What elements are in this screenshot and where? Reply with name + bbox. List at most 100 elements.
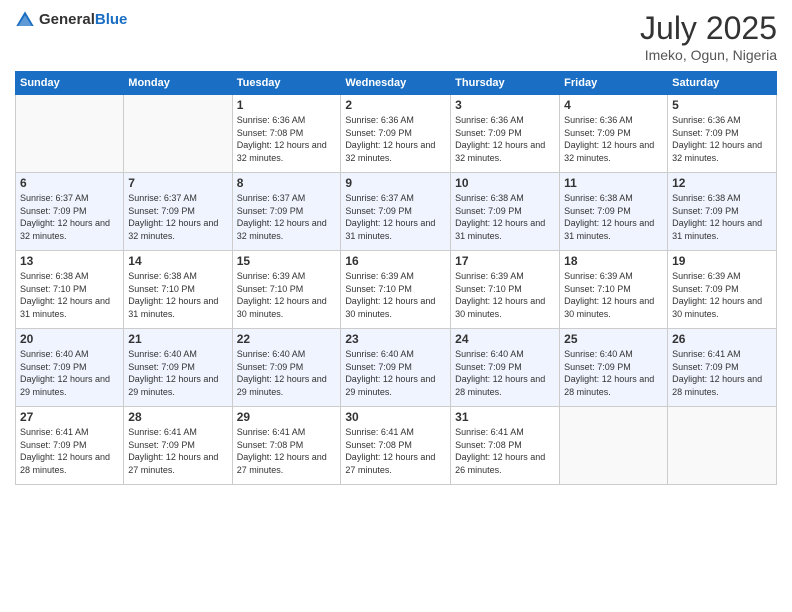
- calendar-cell: 25Sunrise: 6:40 AMSunset: 7:09 PMDayligh…: [560, 329, 668, 407]
- day-info: Sunrise: 6:41 AMSunset: 7:08 PMDaylight:…: [237, 426, 337, 476]
- title-block: July 2025 Imeko, Ogun, Nigeria: [640, 10, 777, 63]
- calendar-cell: 15 Sunrise: 6:39 AMSunset: 7:10 PMDayligh…: [232, 251, 341, 329]
- week-row-2: 6 Sunrise: 6:37 AMSunset: 7:09 PMDaylight…: [16, 173, 777, 251]
- day-number: 16: [345, 254, 446, 268]
- day-number: 23: [345, 332, 446, 346]
- day-number: 25: [564, 332, 663, 346]
- day-info: Sunrise: 6:37 AMSunset: 7:09 PMDaylight:…: [345, 192, 446, 242]
- day-number: 9: [345, 176, 446, 190]
- header-saturday: Saturday: [668, 72, 777, 95]
- calendar-cell: 7 Sunrise: 6:37 AMSunset: 7:09 PMDaylight…: [124, 173, 232, 251]
- day-info: Sunrise: 6:36 AMSunset: 7:08 PMDaylight:…: [237, 114, 337, 164]
- page: GeneralBlue July 2025 Imeko, Ogun, Niger…: [0, 0, 792, 612]
- calendar-cell: 5 Sunrise: 6:36 AMSunset: 7:09 PMDaylight…: [668, 95, 777, 173]
- day-number: 28: [128, 410, 227, 424]
- header-sunday: Sunday: [16, 72, 124, 95]
- calendar-cell: [124, 95, 232, 173]
- header-tuesday: Tuesday: [232, 72, 341, 95]
- day-number: 29: [237, 410, 337, 424]
- logo-blue: Blue: [95, 11, 128, 28]
- calendar-cell: [16, 95, 124, 173]
- day-info: Sunrise: 6:37 AMSunset: 7:09 PMDaylight:…: [128, 192, 227, 242]
- calendar-cell: 28 Sunrise: 6:41 AMSunset: 7:09 PMDayligh…: [124, 407, 232, 485]
- day-number: 14: [128, 254, 227, 268]
- day-info: Sunrise: 6:38 AMSunset: 7:09 PMDaylight:…: [455, 192, 555, 242]
- day-info: Sunrise: 6:41 AMSunset: 7:08 PMDaylight:…: [345, 426, 446, 476]
- day-number: 30: [345, 410, 446, 424]
- calendar: Sunday Monday Tuesday Wednesday Thursday…: [15, 71, 777, 485]
- calendar-cell: 24 Sunrise: 6:40 AMSunset: 7:09 PMDayligh…: [451, 329, 560, 407]
- day-info: Sunrise: 6:36 AMSunset: 7:09 PMDaylight:…: [455, 114, 555, 164]
- header-friday: Friday: [560, 72, 668, 95]
- calendar-cell: 3 Sunrise: 6:36 AMSunset: 7:09 PMDaylight…: [451, 95, 560, 173]
- day-number: 6: [20, 176, 119, 190]
- calendar-cell: 20 Sunrise: 6:40 AMSunset: 7:09 PMDayligh…: [16, 329, 124, 407]
- header-monday: Monday: [124, 72, 232, 95]
- calendar-cell: 21 Sunrise: 6:40 AMSunset: 7:09 PMDayligh…: [124, 329, 232, 407]
- calendar-cell: 8 Sunrise: 6:37 AMSunset: 7:09 PMDaylight…: [232, 173, 341, 251]
- day-number: 24: [455, 332, 555, 346]
- calendar-cell: [668, 407, 777, 485]
- day-number: 21: [128, 332, 227, 346]
- calendar-cell: 2 Sunrise: 6:36 AMSunset: 7:09 PMDaylight…: [341, 95, 451, 173]
- day-number: 11: [564, 176, 663, 190]
- day-number: 2: [345, 98, 446, 112]
- calendar-cell: 27Sunrise: 6:41 AMSunset: 7:09 PMDayligh…: [16, 407, 124, 485]
- calendar-cell: 13Sunrise: 6:38 AMSunset: 7:10 PMDayligh…: [16, 251, 124, 329]
- day-info: Sunrise: 6:39 AMSunset: 7:10 PMDaylight:…: [564, 270, 663, 320]
- calendar-cell: 14 Sunrise: 6:38 AMSunset: 7:10 PMDayligh…: [124, 251, 232, 329]
- day-info: Sunrise: 6:41 AMSunset: 7:09 PMDaylight:…: [20, 426, 119, 476]
- calendar-cell: 18Sunrise: 6:39 AMSunset: 7:10 PMDayligh…: [560, 251, 668, 329]
- day-number: 7: [128, 176, 227, 190]
- day-info: Sunrise: 6:38 AMSunset: 7:09 PMDaylight:…: [672, 192, 772, 242]
- day-number: 20: [20, 332, 119, 346]
- day-number: 26: [672, 332, 772, 346]
- day-number: 8: [237, 176, 337, 190]
- calendar-cell: 19Sunrise: 6:39 AMSunset: 7:09 PMDayligh…: [668, 251, 777, 329]
- day-number: 3: [455, 98, 555, 112]
- day-number: 15: [237, 254, 337, 268]
- day-info: Sunrise: 6:40 AMSunset: 7:09 PMDaylight:…: [20, 348, 119, 398]
- calendar-cell: 1Sunrise: 6:36 AMSunset: 7:08 PMDaylight…: [232, 95, 341, 173]
- week-row-5: 27Sunrise: 6:41 AMSunset: 7:09 PMDayligh…: [16, 407, 777, 485]
- calendar-cell: 31Sunrise: 6:41 AMSunset: 7:08 PMDayligh…: [451, 407, 560, 485]
- logo-icon: [15, 10, 35, 30]
- day-number: 12: [672, 176, 772, 190]
- day-info: Sunrise: 6:38 AMSunset: 7:10 PMDaylight:…: [128, 270, 227, 320]
- day-info: Sunrise: 6:36 AMSunset: 7:09 PMDaylight:…: [564, 114, 663, 164]
- calendar-cell: 11 Sunrise: 6:38 AMSunset: 7:09 PMDayligh…: [560, 173, 668, 251]
- day-info: Sunrise: 6:37 AMSunset: 7:09 PMDaylight:…: [20, 192, 119, 242]
- weekday-header-row: Sunday Monday Tuesday Wednesday Thursday…: [16, 72, 777, 95]
- day-info: Sunrise: 6:39 AMSunset: 7:10 PMDaylight:…: [345, 270, 446, 320]
- day-number: 31: [455, 410, 555, 424]
- location: Imeko, Ogun, Nigeria: [640, 47, 777, 63]
- month-year: July 2025: [640, 10, 777, 47]
- calendar-cell: 9 Sunrise: 6:37 AMSunset: 7:09 PMDaylight…: [341, 173, 451, 251]
- calendar-cell: 22Sunrise: 6:40 AMSunset: 7:09 PMDayligh…: [232, 329, 341, 407]
- week-row-4: 20 Sunrise: 6:40 AMSunset: 7:09 PMDayligh…: [16, 329, 777, 407]
- day-info: Sunrise: 6:36 AMSunset: 7:09 PMDaylight:…: [672, 114, 772, 164]
- day-info: Sunrise: 6:39 AMSunset: 7:10 PMDaylight:…: [237, 270, 337, 320]
- day-number: 17: [455, 254, 555, 268]
- day-info: Sunrise: 6:40 AMSunset: 7:09 PMDaylight:…: [345, 348, 446, 398]
- day-info: Sunrise: 6:36 AMSunset: 7:09 PMDaylight:…: [345, 114, 446, 164]
- day-info: Sunrise: 6:39 AMSunset: 7:10 PMDaylight:…: [455, 270, 555, 320]
- day-number: 22: [237, 332, 337, 346]
- calendar-cell: 29 Sunrise: 6:41 AMSunset: 7:08 PMDayligh…: [232, 407, 341, 485]
- day-number: 19: [672, 254, 772, 268]
- calendar-cell: 30 Sunrise: 6:41 AMSunset: 7:08 PMDayligh…: [341, 407, 451, 485]
- calendar-cell: 10 Sunrise: 6:38 AMSunset: 7:09 PMDayligh…: [451, 173, 560, 251]
- day-info: Sunrise: 6:41 AMSunset: 7:09 PMDaylight:…: [128, 426, 227, 476]
- header: GeneralBlue July 2025 Imeko, Ogun, Niger…: [15, 10, 777, 63]
- week-row-1: 1Sunrise: 6:36 AMSunset: 7:08 PMDaylight…: [16, 95, 777, 173]
- header-thursday: Thursday: [451, 72, 560, 95]
- day-number: 10: [455, 176, 555, 190]
- logo-general: General: [39, 11, 95, 28]
- day-info: Sunrise: 6:40 AMSunset: 7:09 PMDaylight:…: [455, 348, 555, 398]
- day-number: 5: [672, 98, 772, 112]
- logo-text: GeneralBlue: [39, 11, 127, 29]
- day-info: Sunrise: 6:40 AMSunset: 7:09 PMDaylight:…: [128, 348, 227, 398]
- day-info: Sunrise: 6:38 AMSunset: 7:09 PMDaylight:…: [564, 192, 663, 242]
- calendar-cell: [560, 407, 668, 485]
- day-info: Sunrise: 6:37 AMSunset: 7:09 PMDaylight:…: [237, 192, 337, 242]
